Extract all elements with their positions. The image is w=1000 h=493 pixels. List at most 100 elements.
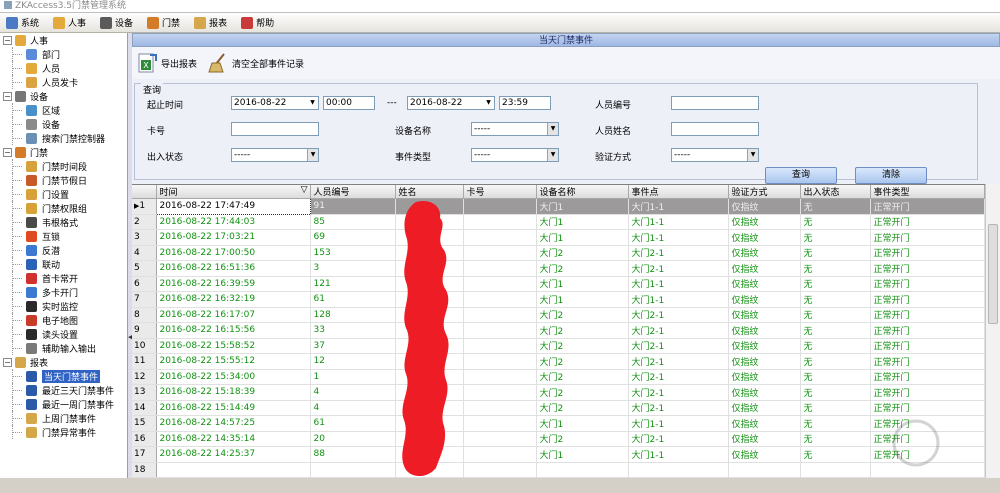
- end-date-picker[interactable]: 2016-08-22 ▼: [407, 96, 495, 110]
- table-row[interactable]: 8 2016-08-22 16:17:07 128 大门2 大门2-1 仅指纹无正常开门: [132, 307, 985, 323]
- row-header[interactable]: 12: [132, 369, 157, 385]
- card-no-input[interactable]: [231, 122, 319, 136]
- sidebar-item-wiegand[interactable]: 韦根格式: [0, 215, 127, 229]
- row-header[interactable]: 13: [132, 384, 157, 401]
- io-state-select[interactable]: ----- ▼: [231, 148, 319, 162]
- column-header[interactable]: 事件点: [628, 185, 729, 199]
- sidebar-item-reader[interactable]: 读头设置: [0, 327, 127, 341]
- collapse-toggle-icon[interactable]: −: [3, 35, 12, 45]
- table-row[interactable]: 13 2016-08-22 15:18:39 4 大门2 大门2-1 仅指纹无正常开门: [132, 384, 985, 401]
- row-header[interactable]: 14: [132, 400, 157, 416]
- person-no-input[interactable]: [671, 96, 759, 110]
- column-header[interactable]: 姓名: [395, 185, 464, 199]
- table-row[interactable]: 5 2016-08-22 16:51:36 3 大门2 大门2-1 仅指纹无正常开门: [132, 260, 985, 277]
- table-row[interactable]: ▶1 2016-08-22 17:47:49 91 大门1 大门1-1 仅指纹无正常开门: [132, 198, 985, 215]
- row-header[interactable]: 11: [132, 353, 157, 370]
- sidebar-item-multi-card[interactable]: 多卡开门: [0, 285, 127, 299]
- clear-all-events-button[interactable]: 清空全部事件记录: [207, 52, 304, 74]
- table-row[interactable]: 9 2016-08-22 16:15:56 33 大门2 大门2-1 仅指纹无正常开门: [132, 322, 985, 339]
- row-header[interactable]: ▶1: [132, 198, 157, 215]
- menu-gear[interactable]: 设备: [98, 14, 135, 32]
- sidebar-item-aux-io[interactable]: 辅助输入输出: [0, 341, 127, 355]
- collapse-toggle-icon[interactable]: −: [3, 147, 12, 157]
- sidebar-item-exception-events[interactable]: 门禁异常事件: [0, 425, 127, 439]
- row-header[interactable]: 10: [132, 338, 157, 354]
- table-row[interactable]: 11 2016-08-22 15:55:12 12 大门2 大门2-1 仅指纹无正常开门: [132, 353, 985, 370]
- sidebar-item-today-events[interactable]: 当天门禁事件: [0, 369, 127, 383]
- row-header[interactable]: 5: [132, 260, 157, 277]
- sidebar-item-holiday[interactable]: 门禁节假日: [0, 173, 127, 187]
- column-header[interactable]: 出入状态: [800, 185, 871, 199]
- sidebar-item-access-level[interactable]: 门禁权限组: [0, 201, 127, 215]
- sidebar-item-person[interactable]: 人员: [0, 61, 127, 75]
- table-row[interactable]: 18: [132, 462, 985, 478]
- tree-group-header[interactable]: − 报表: [0, 355, 127, 369]
- row-header[interactable]: 9: [132, 322, 157, 339]
- start-date-picker[interactable]: 2016-08-22 ▼: [231, 96, 319, 110]
- search-button[interactable]: 查询: [765, 167, 837, 184]
- row-header[interactable]: 16: [132, 431, 157, 447]
- scrollbar-thumb[interactable]: [988, 224, 998, 324]
- device-name-select[interactable]: ----- ▼: [471, 122, 559, 136]
- sidebar-item-card-issue[interactable]: 人员发卡: [0, 75, 127, 89]
- menu-door[interactable]: 门禁: [145, 14, 182, 32]
- sidebar-item-first-card[interactable]: 首卡常开: [0, 271, 127, 285]
- sidebar-item-department[interactable]: 部门: [0, 47, 127, 61]
- sidebar-item-monitor[interactable]: 实时监控: [0, 299, 127, 313]
- collapse-toggle-icon[interactable]: −: [3, 91, 12, 101]
- column-header[interactable]: 卡号: [463, 185, 537, 199]
- table-row[interactable]: 7 2016-08-22 16:32:19 61 大门1 大门1-1 仅指纹无正常开门: [132, 291, 985, 308]
- sidebar-item-search[interactable]: 搜索门禁控制器: [0, 131, 127, 145]
- menu-report[interactable]: 报表: [192, 14, 229, 32]
- row-header[interactable]: 15: [132, 415, 157, 432]
- collapse-toggle-icon[interactable]: −: [3, 357, 12, 367]
- sidebar-item-gear[interactable]: 设备: [0, 117, 127, 131]
- row-header[interactable]: 2: [132, 214, 157, 230]
- menu-person[interactable]: 人事: [51, 14, 88, 32]
- menu-system[interactable]: 系统: [4, 14, 41, 32]
- column-header[interactable]: 设备名称: [536, 185, 629, 199]
- table-row[interactable]: 4 2016-08-22 17:00:50 153 大门2 大门2-1 仅指纹无正常开门: [132, 245, 985, 261]
- column-header[interactable]: 人员编号: [310, 185, 396, 199]
- row-header[interactable]: 6: [132, 276, 157, 292]
- row-header[interactable]: 17: [132, 446, 157, 463]
- table-row[interactable]: 14 2016-08-22 15:14:49 4 大门2 大门2-1 仅指纹无正常开门: [132, 400, 985, 416]
- export-report-button[interactable]: X 导出报表: [136, 52, 197, 74]
- table-row[interactable]: 2 2016-08-22 17:44:03 85 大门1 大门1-1 仅指纹无正常开门: [132, 214, 985, 230]
- row-header[interactable]: 4: [132, 245, 157, 261]
- column-header[interactable]: 时间 ▽: [156, 185, 311, 199]
- tree-group-header[interactable]: − 门禁: [0, 145, 127, 159]
- table-row[interactable]: 17 2016-08-22 14:25:37 88 大门1 大门1-1 仅指纹无正常开门: [132, 446, 985, 463]
- event-type-select[interactable]: ----- ▼: [471, 148, 559, 162]
- verify-mode-select[interactable]: ----- ▼: [671, 148, 759, 162]
- table-row[interactable]: 15 2016-08-22 14:57:25 61 大门1 大门1-1 仅指纹无正常开门: [132, 415, 985, 432]
- sidebar-item-area[interactable]: 区域: [0, 103, 127, 117]
- sidebar-item-week-events[interactable]: 最近一周门禁事件: [0, 397, 127, 411]
- sidebar-item-interlock[interactable]: 互锁: [0, 229, 127, 243]
- table-row[interactable]: 6 2016-08-22 16:39:59 121 大门1 大门1-1 仅指纹无正常开门: [132, 276, 985, 292]
- table-row[interactable]: 16 2016-08-22 14:35:14 20 大门2 大门2-1 仅指纹无正常开门: [132, 431, 985, 447]
- person-name-input[interactable]: [671, 122, 759, 136]
- table-row[interactable]: 12 2016-08-22 15:34:00 1 大门2 大门2-1 仅指纹无正常开门: [132, 369, 985, 385]
- sidebar-item-timezone[interactable]: 门禁时间段: [0, 159, 127, 173]
- sidebar-item-last-week-events[interactable]: 上周门禁事件: [0, 411, 127, 425]
- sidebar-item-map[interactable]: 电子地图: [0, 313, 127, 327]
- tree-group-header[interactable]: − 设备: [0, 89, 127, 103]
- table-row[interactable]: 3 2016-08-22 17:03:21 69 大门1 大门1-1 仅指纹无正常开门: [132, 229, 985, 246]
- sidebar-item-anti-passback[interactable]: 反潜: [0, 243, 127, 257]
- clear-button[interactable]: 清除: [855, 167, 927, 184]
- row-header[interactable]: 7: [132, 291, 157, 308]
- menu-help[interactable]: 帮助: [239, 14, 276, 32]
- sidebar-item-door-setting[interactable]: 门设置: [0, 187, 127, 201]
- tree-group-header[interactable]: − 人事: [0, 33, 127, 47]
- end-time-input[interactable]: 23:59: [499, 96, 551, 110]
- row-header[interactable]: 8: [132, 307, 157, 323]
- row-header[interactable]: 18: [132, 462, 157, 478]
- column-header[interactable]: 事件类型: [870, 185, 985, 199]
- start-time-input[interactable]: 00:00: [323, 96, 375, 110]
- table-row[interactable]: 10 2016-08-22 15:58:52 37 大门2 大门2-1 仅指纹无正常开门: [132, 338, 985, 354]
- sidebar-item-three-days-events[interactable]: 最近三天门禁事件: [0, 383, 127, 397]
- row-header[interactable]: 3: [132, 229, 157, 246]
- sidebar-item-linkage[interactable]: 联动: [0, 257, 127, 271]
- column-header[interactable]: 验证方式: [728, 185, 801, 199]
